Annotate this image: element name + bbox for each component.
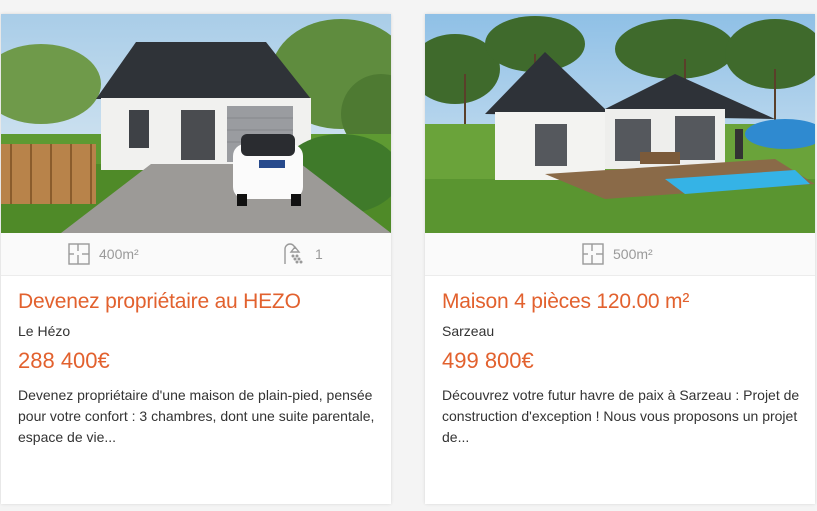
floor-plan-icon bbox=[68, 243, 90, 265]
features-bar: 400m² 1 bbox=[1, 233, 391, 276]
floor-plan-icon bbox=[582, 243, 604, 265]
listing-description: Devenez propriétaire d'une maison de pla… bbox=[18, 387, 375, 445]
listing-location: Le Hézo bbox=[18, 323, 71, 339]
house-photo[interactable] bbox=[425, 14, 815, 233]
shower-icon bbox=[284, 243, 303, 264]
features-bar: 500m² bbox=[425, 233, 815, 276]
listing-title[interactable]: Maison 4 pièces 120.00 m² bbox=[442, 290, 807, 314]
surface-value: 500m² bbox=[613, 246, 653, 262]
bathroom-count: 1 bbox=[315, 246, 323, 262]
listing-description: Découvrez votre futur havre de paix à Sa… bbox=[442, 387, 800, 445]
listing-title[interactable]: Devenez propriétaire au HEZO bbox=[18, 290, 383, 314]
bathroom-feature: 1 bbox=[282, 233, 323, 275]
surface-value: 400m² bbox=[99, 246, 139, 262]
surface-feature: 400m² bbox=[68, 233, 139, 275]
listing-price: 288 400€ bbox=[18, 348, 110, 373]
listing-card[interactable]: 400m² 1 Devenez propriétaire au HEZO Le … bbox=[1, 14, 391, 504]
surface-feature: 500m² bbox=[582, 233, 653, 275]
listing-price: 499 800€ bbox=[442, 348, 534, 373]
house-photo[interactable] bbox=[1, 14, 391, 233]
listing-card[interactable]: 500m² Maison 4 pièces 120.00 m² Sarzeau … bbox=[425, 14, 815, 504]
listing-location: Sarzeau bbox=[442, 323, 495, 339]
